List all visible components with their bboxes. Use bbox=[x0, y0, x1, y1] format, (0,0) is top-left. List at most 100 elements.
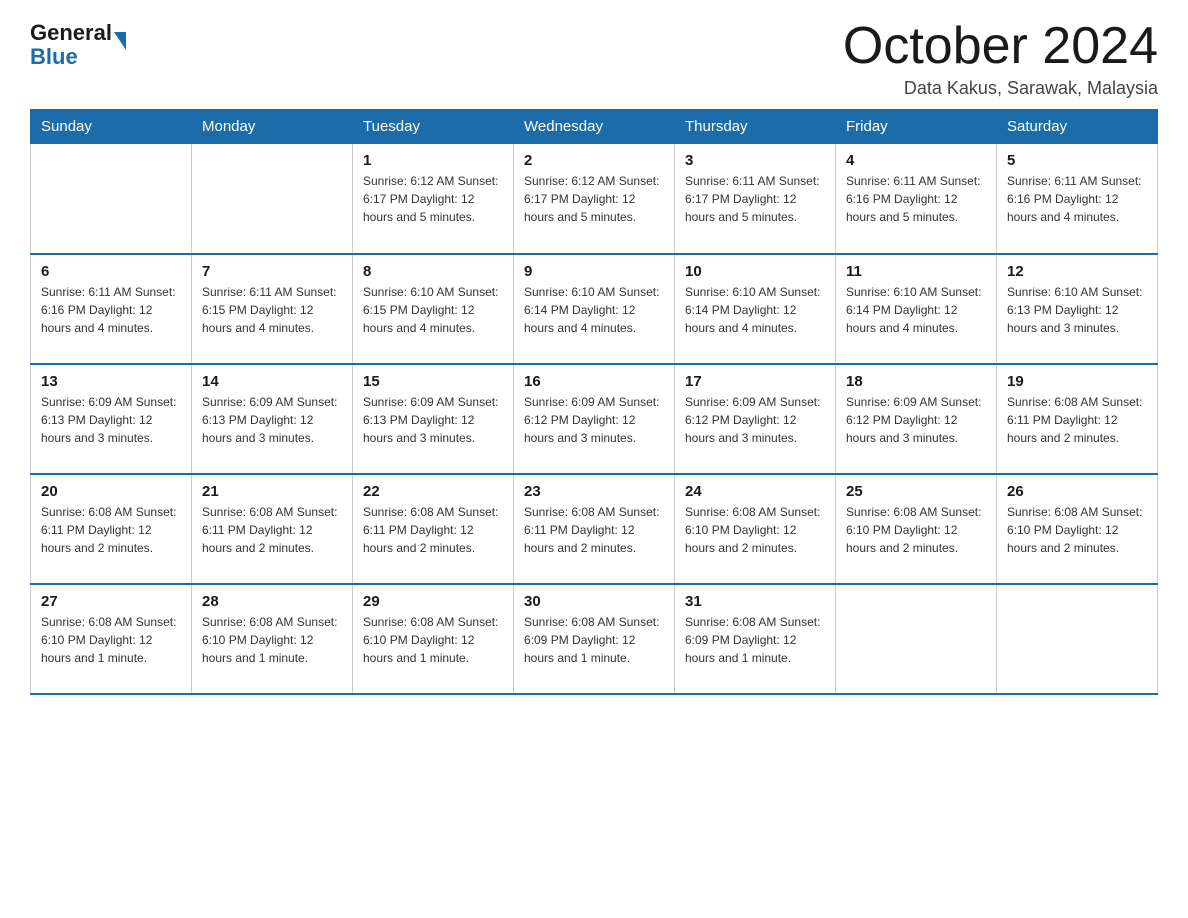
calendar-cell: 21 Sunrise: 6:08 AM Sunset: 6:11 PM Dayli… bbox=[192, 474, 353, 584]
day-number: 30 bbox=[524, 593, 664, 610]
day-info: Sunrise: 6:08 AM Sunset: 6:09 PM Dayligh… bbox=[524, 613, 664, 667]
day-number: 5 bbox=[1007, 152, 1147, 169]
day-number: 27 bbox=[41, 593, 181, 610]
day-number: 13 bbox=[41, 373, 181, 390]
calendar-cell: 7 Sunrise: 6:11 AM Sunset: 6:15 PM Daylig… bbox=[192, 254, 353, 364]
calendar-cell: 26 Sunrise: 6:08 AM Sunset: 6:10 PM Dayli… bbox=[997, 474, 1158, 584]
title-block: October 2024 Data Kakus, Sarawak, Malays… bbox=[843, 20, 1158, 99]
calendar-cell bbox=[31, 144, 192, 254]
day-number: 26 bbox=[1007, 483, 1147, 500]
day-info: Sunrise: 6:10 AM Sunset: 6:13 PM Dayligh… bbox=[1007, 283, 1147, 337]
logo: General Blue bbox=[30, 20, 126, 68]
day-number: 21 bbox=[202, 483, 342, 500]
header: General Blue October 2024 Data Kakus, Sa… bbox=[30, 20, 1158, 99]
calendar-cell: 1 Sunrise: 6:12 AM Sunset: 6:17 PM Daylig… bbox=[353, 144, 514, 254]
calendar-cell: 18Sunrise: 6:09 AM Sunset: 6:12 PM Dayli… bbox=[836, 364, 997, 474]
calendar-cell bbox=[836, 584, 997, 694]
day-info: Sunrise: 6:10 AM Sunset: 6:15 PM Dayligh… bbox=[363, 283, 503, 337]
day-info: Sunrise: 6:11 AM Sunset: 6:16 PM Dayligh… bbox=[846, 172, 986, 226]
calendar-cell: 15Sunrise: 6:09 AM Sunset: 6:13 PM Dayli… bbox=[353, 364, 514, 474]
day-info: Sunrise: 6:11 AM Sunset: 6:17 PM Dayligh… bbox=[685, 172, 825, 226]
day-number: 14 bbox=[202, 373, 342, 390]
day-info: Sunrise: 6:08 AM Sunset: 6:10 PM Dayligh… bbox=[846, 503, 986, 557]
day-number: 17 bbox=[685, 373, 825, 390]
day-number: 4 bbox=[846, 152, 986, 169]
day-number: 24 bbox=[685, 483, 825, 500]
day-number: 2 bbox=[524, 152, 664, 169]
col-header-friday: Friday bbox=[836, 110, 997, 144]
day-info: Sunrise: 6:08 AM Sunset: 6:11 PM Dayligh… bbox=[202, 503, 342, 557]
calendar-cell: 16 Sunrise: 6:09 AM Sunset: 6:12 PM Dayli… bbox=[514, 364, 675, 474]
calendar-table: SundayMondayTuesdayWednesdayThursdayFrid… bbox=[30, 109, 1158, 695]
day-number: 10 bbox=[685, 263, 825, 280]
day-info: Sunrise: 6:11 AM Sunset: 6:16 PM Dayligh… bbox=[41, 283, 181, 337]
calendar-cell bbox=[997, 584, 1158, 694]
day-info: Sunrise: 6:09 AM Sunset: 6:12 PM Dayligh… bbox=[846, 393, 986, 447]
day-number: 19 bbox=[1007, 373, 1147, 390]
col-header-saturday: Saturday bbox=[997, 110, 1158, 144]
day-info: Sunrise: 6:12 AM Sunset: 6:17 PM Dayligh… bbox=[363, 172, 503, 226]
day-info: Sunrise: 6:12 AM Sunset: 6:17 PM Dayligh… bbox=[524, 172, 664, 226]
calendar-cell: 14 Sunrise: 6:09 AM Sunset: 6:13 PM Dayli… bbox=[192, 364, 353, 474]
day-info: Sunrise: 6:10 AM Sunset: 6:14 PM Dayligh… bbox=[846, 283, 986, 337]
calendar-cell: 2 Sunrise: 6:12 AM Sunset: 6:17 PM Daylig… bbox=[514, 144, 675, 254]
calendar-cell: 30 Sunrise: 6:08 AM Sunset: 6:09 PM Dayli… bbox=[514, 584, 675, 694]
day-number: 11 bbox=[846, 263, 986, 280]
day-info: Sunrise: 6:08 AM Sunset: 6:11 PM Dayligh… bbox=[363, 503, 503, 557]
calendar-cell: 27 Sunrise: 6:08 AM Sunset: 6:10 PM Dayli… bbox=[31, 584, 192, 694]
calendar-cell: 20 Sunrise: 6:08 AM Sunset: 6:11 PM Dayli… bbox=[31, 474, 192, 584]
calendar-cell bbox=[192, 144, 353, 254]
location-text: Data Kakus, Sarawak, Malaysia bbox=[843, 78, 1158, 99]
week-row-5: 27 Sunrise: 6:08 AM Sunset: 6:10 PM Dayli… bbox=[31, 584, 1158, 694]
day-info: Sunrise: 6:11 AM Sunset: 6:15 PM Dayligh… bbox=[202, 283, 342, 337]
logo-blue-text: Blue bbox=[30, 46, 126, 68]
day-number: 31 bbox=[685, 593, 825, 610]
day-number: 20 bbox=[41, 483, 181, 500]
day-number: 22 bbox=[363, 483, 503, 500]
day-number: 28 bbox=[202, 593, 342, 610]
day-number: 25 bbox=[846, 483, 986, 500]
calendar-cell: 25 Sunrise: 6:08 AM Sunset: 6:10 PM Dayli… bbox=[836, 474, 997, 584]
day-info: Sunrise: 6:08 AM Sunset: 6:10 PM Dayligh… bbox=[41, 613, 181, 667]
day-info: Sunrise: 6:10 AM Sunset: 6:14 PM Dayligh… bbox=[524, 283, 664, 337]
day-info: Sunrise: 6:08 AM Sunset: 6:11 PM Dayligh… bbox=[41, 503, 181, 557]
day-number: 23 bbox=[524, 483, 664, 500]
day-number: 15 bbox=[363, 373, 503, 390]
day-info: Sunrise: 6:09 AM Sunset: 6:13 PM Dayligh… bbox=[202, 393, 342, 447]
col-header-wednesday: Wednesday bbox=[514, 110, 675, 144]
col-header-tuesday: Tuesday bbox=[353, 110, 514, 144]
col-header-sunday: Sunday bbox=[31, 110, 192, 144]
calendar-cell: 4 Sunrise: 6:11 AM Sunset: 6:16 PM Daylig… bbox=[836, 144, 997, 254]
calendar-cell: 3Sunrise: 6:11 AM Sunset: 6:17 PM Daylig… bbox=[675, 144, 836, 254]
day-info: Sunrise: 6:08 AM Sunset: 6:11 PM Dayligh… bbox=[1007, 393, 1147, 447]
calendar-cell: 9 Sunrise: 6:10 AM Sunset: 6:14 PM Daylig… bbox=[514, 254, 675, 364]
day-info: Sunrise: 6:08 AM Sunset: 6:09 PM Dayligh… bbox=[685, 613, 825, 667]
calendar-cell: 24Sunrise: 6:08 AM Sunset: 6:10 PM Dayli… bbox=[675, 474, 836, 584]
day-number: 12 bbox=[1007, 263, 1147, 280]
week-row-1: 1 Sunrise: 6:12 AM Sunset: 6:17 PM Daylig… bbox=[31, 144, 1158, 254]
calendar-cell: 31 Sunrise: 6:08 AM Sunset: 6:09 PM Dayli… bbox=[675, 584, 836, 694]
calendar-cell: 23Sunrise: 6:08 AM Sunset: 6:11 PM Dayli… bbox=[514, 474, 675, 584]
day-info: Sunrise: 6:09 AM Sunset: 6:13 PM Dayligh… bbox=[41, 393, 181, 447]
day-number: 6 bbox=[41, 263, 181, 280]
day-number: 9 bbox=[524, 263, 664, 280]
day-info: Sunrise: 6:11 AM Sunset: 6:16 PM Dayligh… bbox=[1007, 172, 1147, 226]
day-info: Sunrise: 6:09 AM Sunset: 6:12 PM Dayligh… bbox=[685, 393, 825, 447]
day-number: 1 bbox=[363, 152, 503, 169]
calendar-cell: 6 Sunrise: 6:11 AM Sunset: 6:16 PM Daylig… bbox=[31, 254, 192, 364]
calendar-cell: 11 Sunrise: 6:10 AM Sunset: 6:14 PM Dayli… bbox=[836, 254, 997, 364]
day-info: Sunrise: 6:08 AM Sunset: 6:10 PM Dayligh… bbox=[363, 613, 503, 667]
day-info: Sunrise: 6:10 AM Sunset: 6:14 PM Dayligh… bbox=[685, 283, 825, 337]
week-row-3: 13 Sunrise: 6:09 AM Sunset: 6:13 PM Dayli… bbox=[31, 364, 1158, 474]
day-info: Sunrise: 6:08 AM Sunset: 6:10 PM Dayligh… bbox=[202, 613, 342, 667]
calendar-cell: 17 Sunrise: 6:09 AM Sunset: 6:12 PM Dayli… bbox=[675, 364, 836, 474]
week-row-2: 6 Sunrise: 6:11 AM Sunset: 6:16 PM Daylig… bbox=[31, 254, 1158, 364]
day-info: Sunrise: 6:09 AM Sunset: 6:12 PM Dayligh… bbox=[524, 393, 664, 447]
day-info: Sunrise: 6:08 AM Sunset: 6:10 PM Dayligh… bbox=[1007, 503, 1147, 557]
week-row-4: 20 Sunrise: 6:08 AM Sunset: 6:11 PM Dayli… bbox=[31, 474, 1158, 584]
calendar-cell: 19 Sunrise: 6:08 AM Sunset: 6:11 PM Dayli… bbox=[997, 364, 1158, 474]
day-number: 7 bbox=[202, 263, 342, 280]
day-number: 29 bbox=[363, 593, 503, 610]
col-header-thursday: Thursday bbox=[675, 110, 836, 144]
day-number: 16 bbox=[524, 373, 664, 390]
